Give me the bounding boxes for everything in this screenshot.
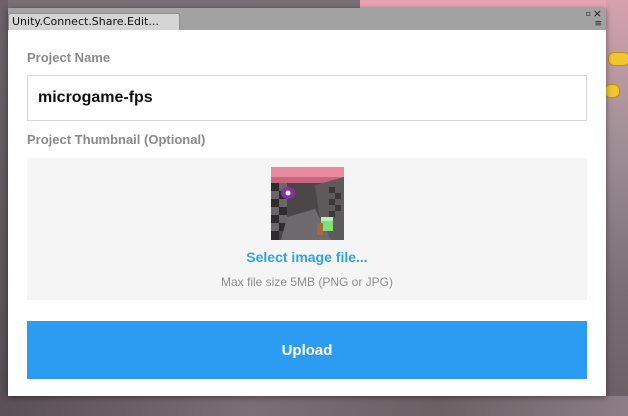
background-left-edge bbox=[0, 0, 8, 416]
project-name-label: Project Name bbox=[27, 50, 111, 65]
close-icon[interactable]: × bbox=[593, 8, 602, 19]
max-file-size-note: Max file size 5MB (PNG or JPG) bbox=[220, 275, 394, 289]
project-name-input[interactable] bbox=[27, 75, 587, 121]
background-bottom-edge bbox=[0, 396, 628, 416]
window-titlebar: Unity.Connect.Share.Edit... × ≡ ▫ bbox=[8, 8, 606, 31]
background-hud-marker bbox=[608, 52, 628, 66]
upload-button[interactable]: Upload bbox=[27, 321, 587, 379]
background-hud-marker bbox=[604, 84, 620, 98]
window-controls-row: ≡ bbox=[594, 20, 602, 29]
share-form: Project Name Project Thumbnail (Optional… bbox=[8, 30, 606, 396]
window-tab[interactable]: Unity.Connect.Share.Edit... bbox=[8, 13, 180, 30]
select-image-link[interactable]: Select image file... bbox=[27, 249, 587, 265]
menu-icon[interactable]: ≡ bbox=[594, 20, 602, 29]
share-window: Unity.Connect.Share.Edit... × ≡ ▫ Projec… bbox=[8, 8, 606, 396]
thumbnail-preview bbox=[271, 167, 344, 240]
project-thumbnail-label: Project Thumbnail (Optional) bbox=[27, 132, 206, 147]
maximize-icon[interactable]: ▫ bbox=[586, 10, 591, 18]
thumbnail-dropzone[interactable]: Select image file... Max file size 5MB (… bbox=[27, 158, 587, 300]
window-controls: × ≡ bbox=[593, 8, 602, 29]
thumbnail-preview-image bbox=[271, 167, 344, 240]
